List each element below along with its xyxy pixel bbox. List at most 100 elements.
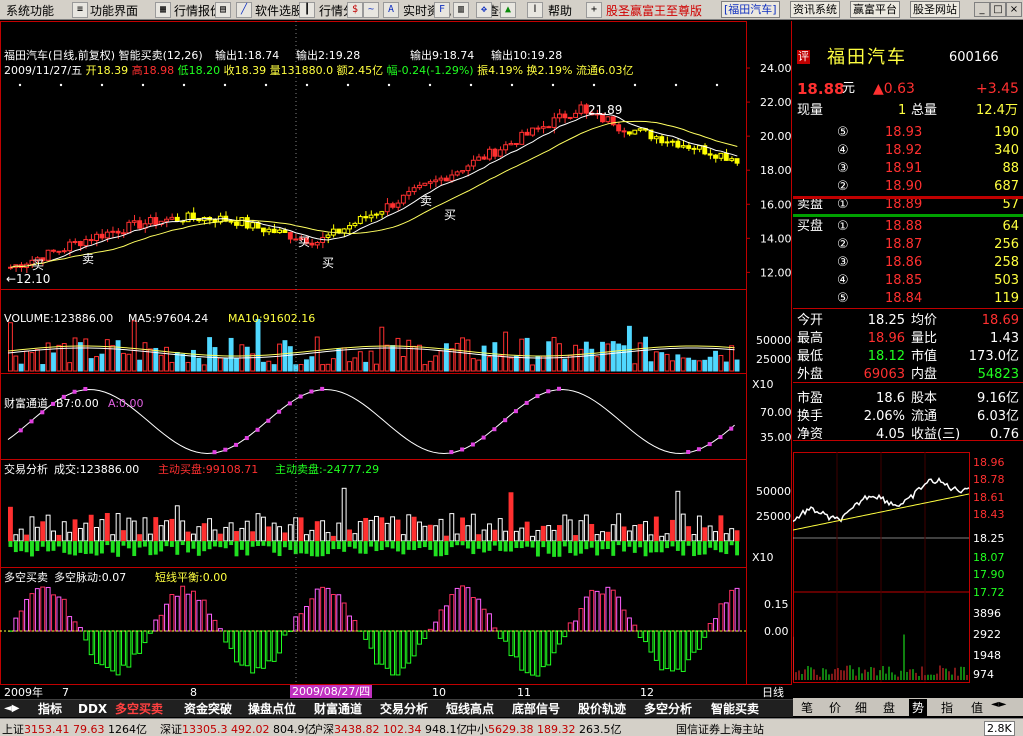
status-server[interactable]: 国信证券上海主站 bbox=[676, 721, 764, 736]
menu-function[interactable]: 功能界面 bbox=[90, 2, 138, 19]
tab-longshort[interactable]: 多空买卖 bbox=[115, 701, 163, 717]
intraday-chart[interactable]: 18.96 18.78 18.61 18.43 18.25 18.07 17.90 17.72… bbox=[793, 452, 1023, 684]
volume-bar bbox=[185, 361, 191, 372]
buy-bar bbox=[51, 530, 56, 542]
status-sz[interactable]: 深证13305.3 492.02 804.9亿 bbox=[160, 721, 316, 736]
sell-level: ④ bbox=[837, 143, 849, 158]
maximize-button[interactable]: □ bbox=[990, 2, 1006, 17]
moving-average bbox=[10, 120, 738, 268]
menu-stock-picker[interactable]: 软件选股 bbox=[255, 2, 303, 19]
buy-bar bbox=[363, 517, 369, 542]
volume-bar bbox=[454, 342, 460, 372]
kline-chart-area[interactable]: 12.00 14.00 16.00 18.00 20.00 22.00 24.00 买卖买买卖… bbox=[0, 21, 792, 684]
status-sh[interactable]: 上证3153.41 79.63 1264亿 bbox=[2, 721, 147, 736]
volume-bar bbox=[718, 354, 724, 372]
tab-detail[interactable]: 细 bbox=[855, 699, 867, 716]
stock-name-button[interactable]: [福田汽车] bbox=[721, 1, 780, 18]
candle bbox=[535, 127, 541, 130]
tab-trades[interactable]: 笔 bbox=[801, 699, 813, 716]
volume-label: VOLUME:123886.00 bbox=[4, 312, 114, 325]
f10-icon[interactable]: F bbox=[434, 2, 450, 18]
tab-price[interactable]: 价 bbox=[829, 699, 841, 716]
x-right-label: 日线 bbox=[762, 686, 784, 699]
news-icon[interactable]: ▥ bbox=[453, 2, 469, 18]
short-bar bbox=[675, 630, 681, 670]
close-button[interactable]: × bbox=[1006, 2, 1022, 17]
tab-ddx[interactable]: DDX bbox=[78, 701, 107, 717]
up-arrow-icon[interactable]: ▲ bbox=[500, 2, 516, 18]
dollar-icon[interactable]: $ bbox=[347, 2, 363, 18]
short-bar bbox=[406, 630, 412, 664]
sell-bar bbox=[503, 541, 508, 552]
tab-price-track[interactable]: 股价轨迹 bbox=[578, 701, 626, 717]
volume-row: 现量 1 总量 12.4万 bbox=[793, 102, 1023, 120]
channel-label: 财富通道 bbox=[4, 397, 48, 410]
channel-marker bbox=[686, 450, 691, 455]
move-icon[interactable]: ✥ bbox=[476, 2, 492, 18]
candle bbox=[675, 140, 681, 148]
news-system-button[interactable]: 资讯系统 bbox=[790, 1, 840, 18]
long-bar bbox=[67, 616, 73, 632]
tab-value[interactable]: 值 bbox=[971, 699, 983, 716]
grid-icon[interactable]: ▤ bbox=[215, 2, 231, 18]
candle bbox=[530, 127, 535, 136]
short-bar bbox=[88, 630, 94, 656]
tab-longshort-analysis[interactable]: 多空分析 bbox=[644, 701, 692, 717]
candle bbox=[411, 187, 417, 193]
indicator-icon[interactable]: A bbox=[383, 2, 399, 18]
minute-icon[interactable]: ~ bbox=[363, 2, 379, 18]
candle bbox=[573, 112, 579, 118]
tab-trade-point[interactable]: 操盘点位 bbox=[248, 701, 296, 717]
minimize-button[interactable]: _ bbox=[974, 2, 990, 17]
long-bar bbox=[481, 608, 487, 632]
buy-bar bbox=[433, 525, 439, 542]
short-bar bbox=[691, 630, 697, 653]
candle bbox=[723, 152, 729, 161]
stat-label: 最低 bbox=[797, 349, 824, 364]
kline-svg[interactable]: 12.0014.0016.0018.0020.0022.0024.00买 卖买买卖… bbox=[0, 21, 792, 684]
sell-bar bbox=[94, 541, 99, 556]
long-bar bbox=[616, 596, 622, 632]
signal-annotation: ←12.10 bbox=[6, 272, 50, 286]
tab-bottom-signal[interactable]: 底部信号 bbox=[512, 701, 560, 717]
tab-smart-trade[interactable]: 智能买卖 bbox=[711, 701, 759, 717]
sell-bar bbox=[223, 541, 228, 549]
status-hs[interactable]: 沪深3438.82 102.34 948.1亿 bbox=[312, 721, 468, 736]
line-chart-icon[interactable]: ╱ bbox=[236, 2, 252, 18]
menu-help[interactable]: 帮助 bbox=[548, 2, 572, 19]
tab-wealth-channel[interactable]: 财富通道 bbox=[314, 701, 362, 717]
menu-system[interactable]: 系统功能 bbox=[6, 2, 54, 19]
tab-trend[interactable]: 势 bbox=[909, 699, 928, 716]
candle bbox=[557, 113, 562, 119]
stat-value: 9.16亿 bbox=[977, 391, 1019, 406]
zoom-in-icon[interactable]: + bbox=[586, 2, 602, 18]
candle bbox=[487, 148, 492, 160]
tab-indicator[interactable]: 指标 bbox=[38, 701, 62, 717]
sell-bar bbox=[487, 541, 492, 551]
intraday-svg[interactable]: 18.96 18.78 18.61 18.43 18.25 18.07 17.90 17.72… bbox=[793, 452, 1023, 684]
buy-bar bbox=[61, 521, 67, 542]
text-icon[interactable]: Ⅰ bbox=[527, 2, 543, 18]
long-bar bbox=[309, 598, 315, 632]
tab-fund-break[interactable]: 资金突破 bbox=[184, 701, 232, 717]
rating-flag[interactable]: 评 bbox=[797, 50, 810, 64]
channel-marker bbox=[298, 394, 303, 399]
channel-marker bbox=[320, 386, 325, 391]
candle bbox=[713, 154, 718, 159]
tab-trade-analysis[interactable]: 交易分析 bbox=[380, 701, 428, 717]
candlestick-icon[interactable]: ┃ bbox=[299, 2, 315, 18]
channel-marker bbox=[503, 418, 508, 423]
candle bbox=[51, 249, 56, 252]
tile-icon[interactable]: ▦ bbox=[155, 2, 171, 18]
yingfu-platform-button[interactable]: 赢富平台 bbox=[850, 1, 900, 18]
tab-index[interactable]: 指 bbox=[941, 699, 953, 716]
short-bar bbox=[142, 630, 148, 644]
status-zx[interactable]: 中小5629.38 189.32 263.5亿 bbox=[466, 721, 622, 736]
candle bbox=[341, 228, 347, 234]
tab-book[interactable]: 盘 bbox=[883, 699, 895, 716]
brand-title: 股圣赢富王至尊版 bbox=[606, 4, 703, 18]
tab-short-high[interactable]: 短线高点 bbox=[446, 701, 494, 717]
sort-icon[interactable]: ≡ bbox=[72, 2, 88, 18]
nav-arrows-icon[interactable]: ◄► bbox=[991, 699, 1006, 710]
gusheng-site-button[interactable]: 股圣网站 bbox=[910, 1, 960, 18]
